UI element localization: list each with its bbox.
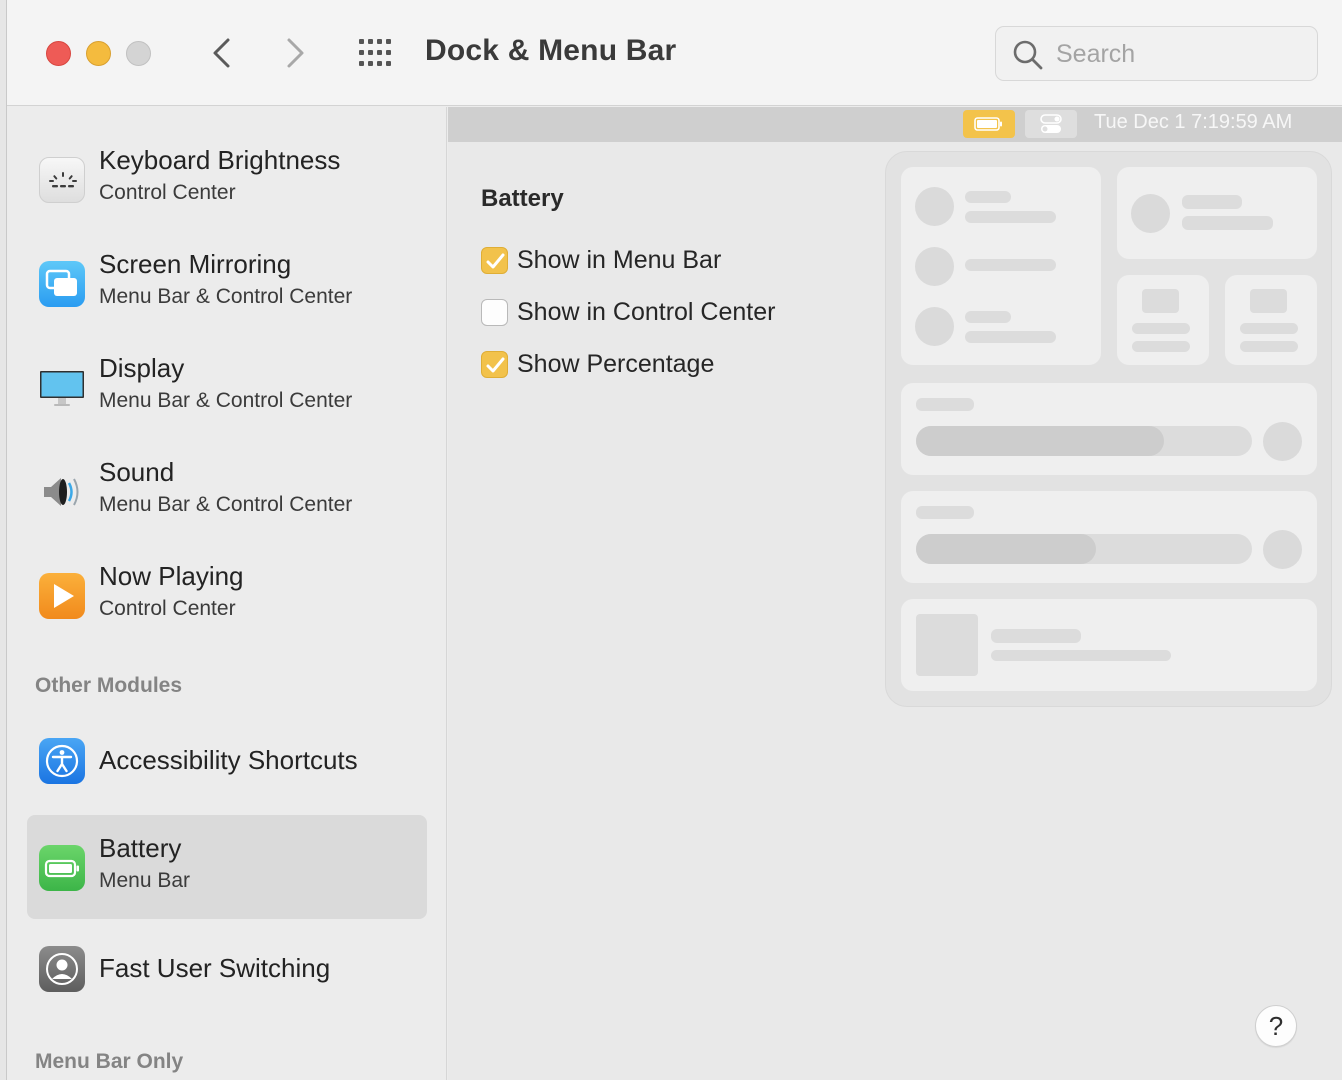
search-input[interactable] xyxy=(1056,35,1306,73)
checkbox-checked[interactable] xyxy=(481,247,508,274)
sidebar-item-fast-user-switching[interactable]: Fast User Switching xyxy=(27,921,427,1025)
accessibility-icon xyxy=(39,738,85,784)
checkmark-icon xyxy=(486,253,505,269)
zoom-button[interactable] xyxy=(126,41,151,66)
user-icon xyxy=(39,946,85,992)
sidebar-item-title: Now Playing xyxy=(99,561,244,591)
sidebar: Keyboard Brightness Control Center Scree… xyxy=(7,107,447,1080)
checkbox-label: Show Percentage xyxy=(517,350,715,378)
sidebar-item-title: Sound xyxy=(99,457,175,487)
sidebar-item-screen-mirroring[interactable]: Screen Mirroring Menu Bar & Control Cent… xyxy=(27,231,427,335)
sidebar-item-sound[interactable]: Sound Menu Bar & Control Center xyxy=(27,439,427,543)
chevron-left-icon xyxy=(213,38,230,68)
preview-tile-now-playing xyxy=(901,599,1317,691)
menu-bar-preview: Tue Dec 1 7:19:59 AM xyxy=(448,107,1342,142)
keyboard-brightness-icon xyxy=(39,157,85,203)
title-bar: Dock & Menu Bar xyxy=(7,0,1342,106)
control-center-preview xyxy=(885,151,1332,707)
detail-pane: Tue Dec 1 7:19:59 AM Battery Show in Men… xyxy=(448,107,1342,1080)
search-icon xyxy=(1013,40,1043,70)
battery-icon xyxy=(963,110,1015,138)
display-icon xyxy=(39,365,85,411)
sidebar-item-now-playing[interactable]: Now Playing Control Center xyxy=(27,543,427,647)
sidebar-item-title: Keyboard Brightness xyxy=(99,145,341,175)
preview-tile-small-right xyxy=(1225,275,1317,365)
sidebar-item-subtitle: Menu Bar & Control Center xyxy=(99,389,353,412)
sidebar-item-subtitle: Menu Bar & Control Center xyxy=(99,285,353,308)
menu-bar-clock: Tue Dec 1 7:19:59 AM xyxy=(1094,111,1293,133)
grid-icon xyxy=(359,39,391,66)
preview-tile-slider-sound xyxy=(901,491,1317,583)
sidebar-item-title: Battery xyxy=(99,833,182,863)
sidebar-item-title: Fast User Switching xyxy=(99,953,331,983)
help-button[interactable]: ? xyxy=(1255,1005,1297,1047)
preview-tile-slider-display xyxy=(901,383,1317,475)
checkbox-checked[interactable] xyxy=(481,351,508,378)
screen-mirroring-icon xyxy=(39,261,85,307)
play-icon xyxy=(39,573,85,619)
chevron-right-icon xyxy=(287,38,304,68)
preview-tile-small-left xyxy=(1117,275,1209,365)
window-title: Dock & Menu Bar xyxy=(425,34,677,67)
sidebar-item-keyboard-brightness[interactable]: Keyboard Brightness Control Center xyxy=(27,127,427,231)
sidebar-item-title: Screen Mirroring xyxy=(99,249,292,279)
forward-button[interactable] xyxy=(277,34,313,72)
back-button[interactable] xyxy=(204,34,240,72)
section-header-other-modules: Other Modules xyxy=(35,674,183,697)
sidebar-item-subtitle: Menu Bar & Control Center xyxy=(99,493,353,516)
speaker-icon xyxy=(39,469,85,515)
checkbox-label: Show in Menu Bar xyxy=(517,246,722,274)
minimize-button[interactable] xyxy=(86,41,111,66)
control-center-icon xyxy=(1025,110,1077,138)
sidebar-item-display[interactable]: Display Menu Bar & Control Center xyxy=(27,335,427,439)
preview-tile-focus xyxy=(1117,167,1317,259)
search-field[interactable] xyxy=(995,26,1318,81)
sidebar-item-title: Display xyxy=(99,353,185,383)
sidebar-item-subtitle: Menu Bar xyxy=(99,869,191,892)
show-all-button[interactable] xyxy=(357,38,397,68)
sidebar-item-subtitle: Control Center xyxy=(99,181,236,204)
sidebar-item-subtitle: Control Center xyxy=(99,597,236,620)
checkbox-label: Show in Control Center xyxy=(517,298,776,326)
battery-icon xyxy=(39,845,85,891)
section-header-menu-bar-only: Menu Bar Only xyxy=(35,1050,184,1073)
sidebar-item-title: Accessibility Shortcuts xyxy=(99,745,358,775)
checkbox-unchecked[interactable] xyxy=(481,299,508,326)
checkmark-icon xyxy=(486,357,505,373)
system-preferences-window: Dock & Menu Bar Search Keyboard Brightne… xyxy=(6,0,1342,1080)
close-button[interactable] xyxy=(46,41,71,66)
pane-heading: Battery xyxy=(481,185,564,212)
sidebar-item-accessibility-shortcuts[interactable]: Accessibility Shortcuts xyxy=(27,713,427,817)
preview-tile-connectivity xyxy=(901,167,1101,365)
sidebar-item-battery[interactable]: Battery Menu Bar xyxy=(27,815,427,919)
